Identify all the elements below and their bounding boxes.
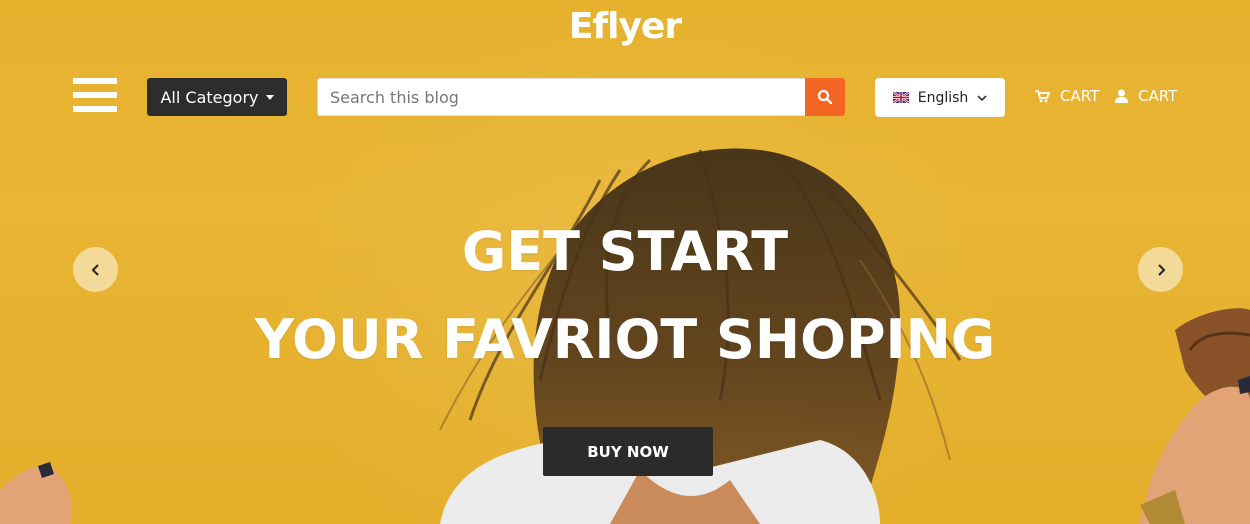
menu-bar bbox=[73, 78, 117, 84]
cart-label: CART bbox=[1138, 87, 1178, 105]
buy-now-button[interactable]: BUY NOW bbox=[543, 427, 713, 476]
chevron-down-icon bbox=[977, 94, 987, 101]
search-input[interactable] bbox=[317, 78, 805, 116]
category-dropdown-button[interactable]: All Category bbox=[147, 78, 287, 116]
category-label: All Category bbox=[160, 87, 259, 107]
language-select[interactable]: English bbox=[875, 78, 1005, 117]
language-label: English bbox=[917, 89, 969, 106]
menu-bar bbox=[73, 106, 117, 112]
hero-title-line-2: YOUR FAVRIOT SHOPING bbox=[254, 308, 996, 371]
hero-title-line-1: GET START bbox=[461, 220, 789, 283]
caret-down-icon bbox=[265, 94, 274, 100]
site-logo[interactable]: Eflyer bbox=[0, 6, 1250, 47]
hero-banner: Eflyer All Category English bbox=[0, 0, 1250, 524]
search-bar bbox=[317, 78, 845, 116]
search-icon bbox=[817, 89, 833, 105]
user-icon bbox=[1115, 89, 1128, 103]
cart-icon bbox=[1035, 89, 1050, 102]
uk-flag-icon bbox=[892, 92, 909, 103]
hamburger-icon[interactable] bbox=[73, 78, 117, 116]
search-button[interactable] bbox=[805, 78, 845, 116]
cart-link[interactable]: CART bbox=[1035, 87, 1099, 105]
account-cart-link[interactable]: CART bbox=[1115, 87, 1177, 105]
cart-label: CART bbox=[1060, 87, 1100, 105]
menu-bar bbox=[73, 92, 117, 98]
